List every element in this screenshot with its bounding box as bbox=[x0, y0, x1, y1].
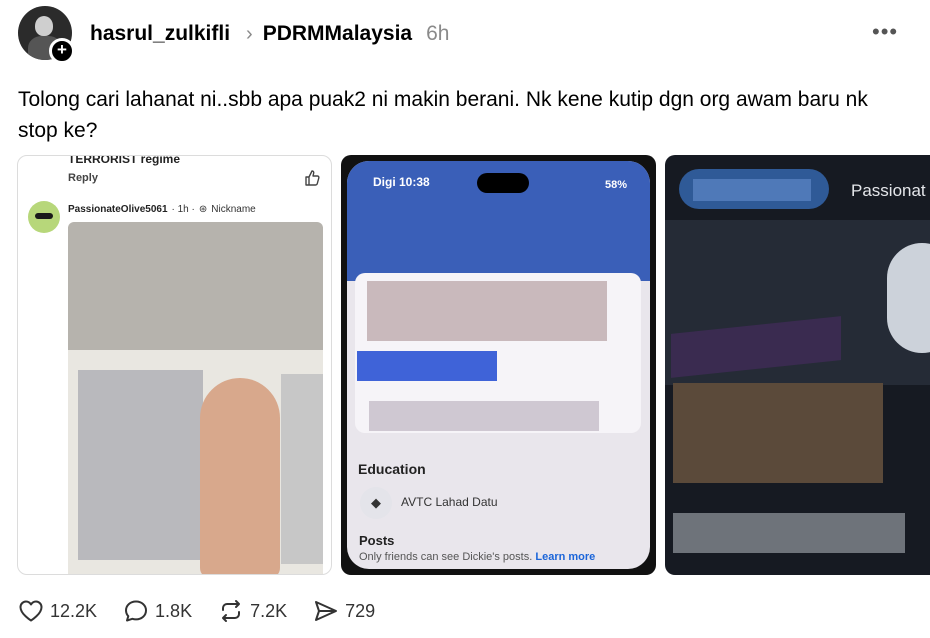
repost-button[interactable]: 7.2K bbox=[218, 599, 287, 623]
commenter-name: PassionateOlive5061 bbox=[68, 204, 168, 215]
dynamic-island bbox=[477, 173, 529, 193]
pixelated-region bbox=[78, 370, 203, 560]
posts-heading: Posts bbox=[359, 533, 395, 548]
learn-more-link: Learn more bbox=[535, 551, 596, 563]
heart-icon bbox=[19, 600, 43, 622]
chevron-right-icon: › bbox=[246, 22, 253, 45]
comment-count: 1.8K bbox=[155, 600, 193, 621]
pixelated-region bbox=[369, 401, 599, 431]
phone-screenshot: Digi 10:38 58% Education ◆ AVTC Lahad Da… bbox=[347, 161, 650, 569]
post-text: Tolong cari lahanat ni..sbb apa puak2 ni… bbox=[18, 88, 868, 142]
comment-icon bbox=[125, 600, 148, 622]
posts-notice: Only friends can see Dickie's posts. Lea… bbox=[359, 551, 595, 563]
commenter-avatar bbox=[28, 201, 60, 233]
card1-reply-label: Reply bbox=[68, 172, 98, 184]
media-card-2[interactable]: Digi 10:38 58% Education ◆ AVTC Lahad Da… bbox=[341, 155, 656, 575]
community-name[interactable]: PDRMMalaysia bbox=[263, 22, 412, 46]
send-icon bbox=[315, 601, 338, 621]
card1-comment-meta: PassionateOlive5061 · 1h · ⊛ Nickname bbox=[68, 204, 256, 215]
school-name: AVTC Lahad Datu bbox=[401, 495, 498, 509]
follow-plus-icon[interactable]: + bbox=[49, 38, 75, 64]
share-count: 729 bbox=[345, 600, 376, 621]
like-button[interactable]: 12.2K bbox=[18, 599, 97, 623]
pixelated-tab bbox=[679, 169, 829, 209]
post-meta: hasrul_zulkifli › PDRMMalaysia 6h bbox=[90, 20, 449, 48]
pixelated-region bbox=[673, 513, 905, 553]
nickname-icon: ⊛ bbox=[198, 204, 208, 215]
pixelated-region bbox=[673, 383, 883, 483]
more-options-icon[interactable]: ••• bbox=[872, 21, 898, 43]
battery-percent: 58% bbox=[605, 179, 628, 191]
card1-photo bbox=[68, 222, 323, 574]
pixelated-button-region bbox=[357, 351, 497, 381]
card3-name-fragment: Passionat bbox=[851, 181, 926, 200]
comment-time: · 1h · bbox=[171, 204, 195, 215]
avatar-head bbox=[35, 16, 53, 36]
pixelated-region bbox=[367, 281, 607, 341]
author-username[interactable]: hasrul_zulkifli bbox=[90, 22, 230, 46]
repost-count: 7.2K bbox=[250, 600, 288, 621]
share-button[interactable]: 729 bbox=[313, 599, 375, 623]
foot-image bbox=[200, 378, 280, 574]
comment-button[interactable]: 1.8K bbox=[123, 599, 192, 623]
nickname-label: Nickname bbox=[211, 204, 256, 215]
thumbs-up-icon bbox=[304, 170, 320, 189]
repost-icon bbox=[222, 600, 241, 622]
pixelated-region bbox=[281, 374, 323, 564]
post-actions: 12.2K 1.8K 7.2K 729 bbox=[18, 596, 401, 626]
status-bar-carrier: Digi 10:38 bbox=[373, 175, 430, 189]
card1-top-text: TERRORIST regime bbox=[68, 155, 181, 166]
education-heading: Education bbox=[358, 461, 426, 477]
posts-notice-text: Only friends can see Dickie's posts. bbox=[359, 551, 533, 563]
like-count: 12.2K bbox=[50, 600, 98, 621]
media-card-1[interactable]: TERRORIST regime Reply PassionateOlive50… bbox=[17, 155, 332, 575]
school-icon: ◆ bbox=[360, 487, 392, 519]
media-card-3[interactable]: Passionat bbox=[665, 155, 930, 575]
post-time: 6h bbox=[426, 22, 450, 45]
robot-figure-image bbox=[887, 243, 930, 353]
